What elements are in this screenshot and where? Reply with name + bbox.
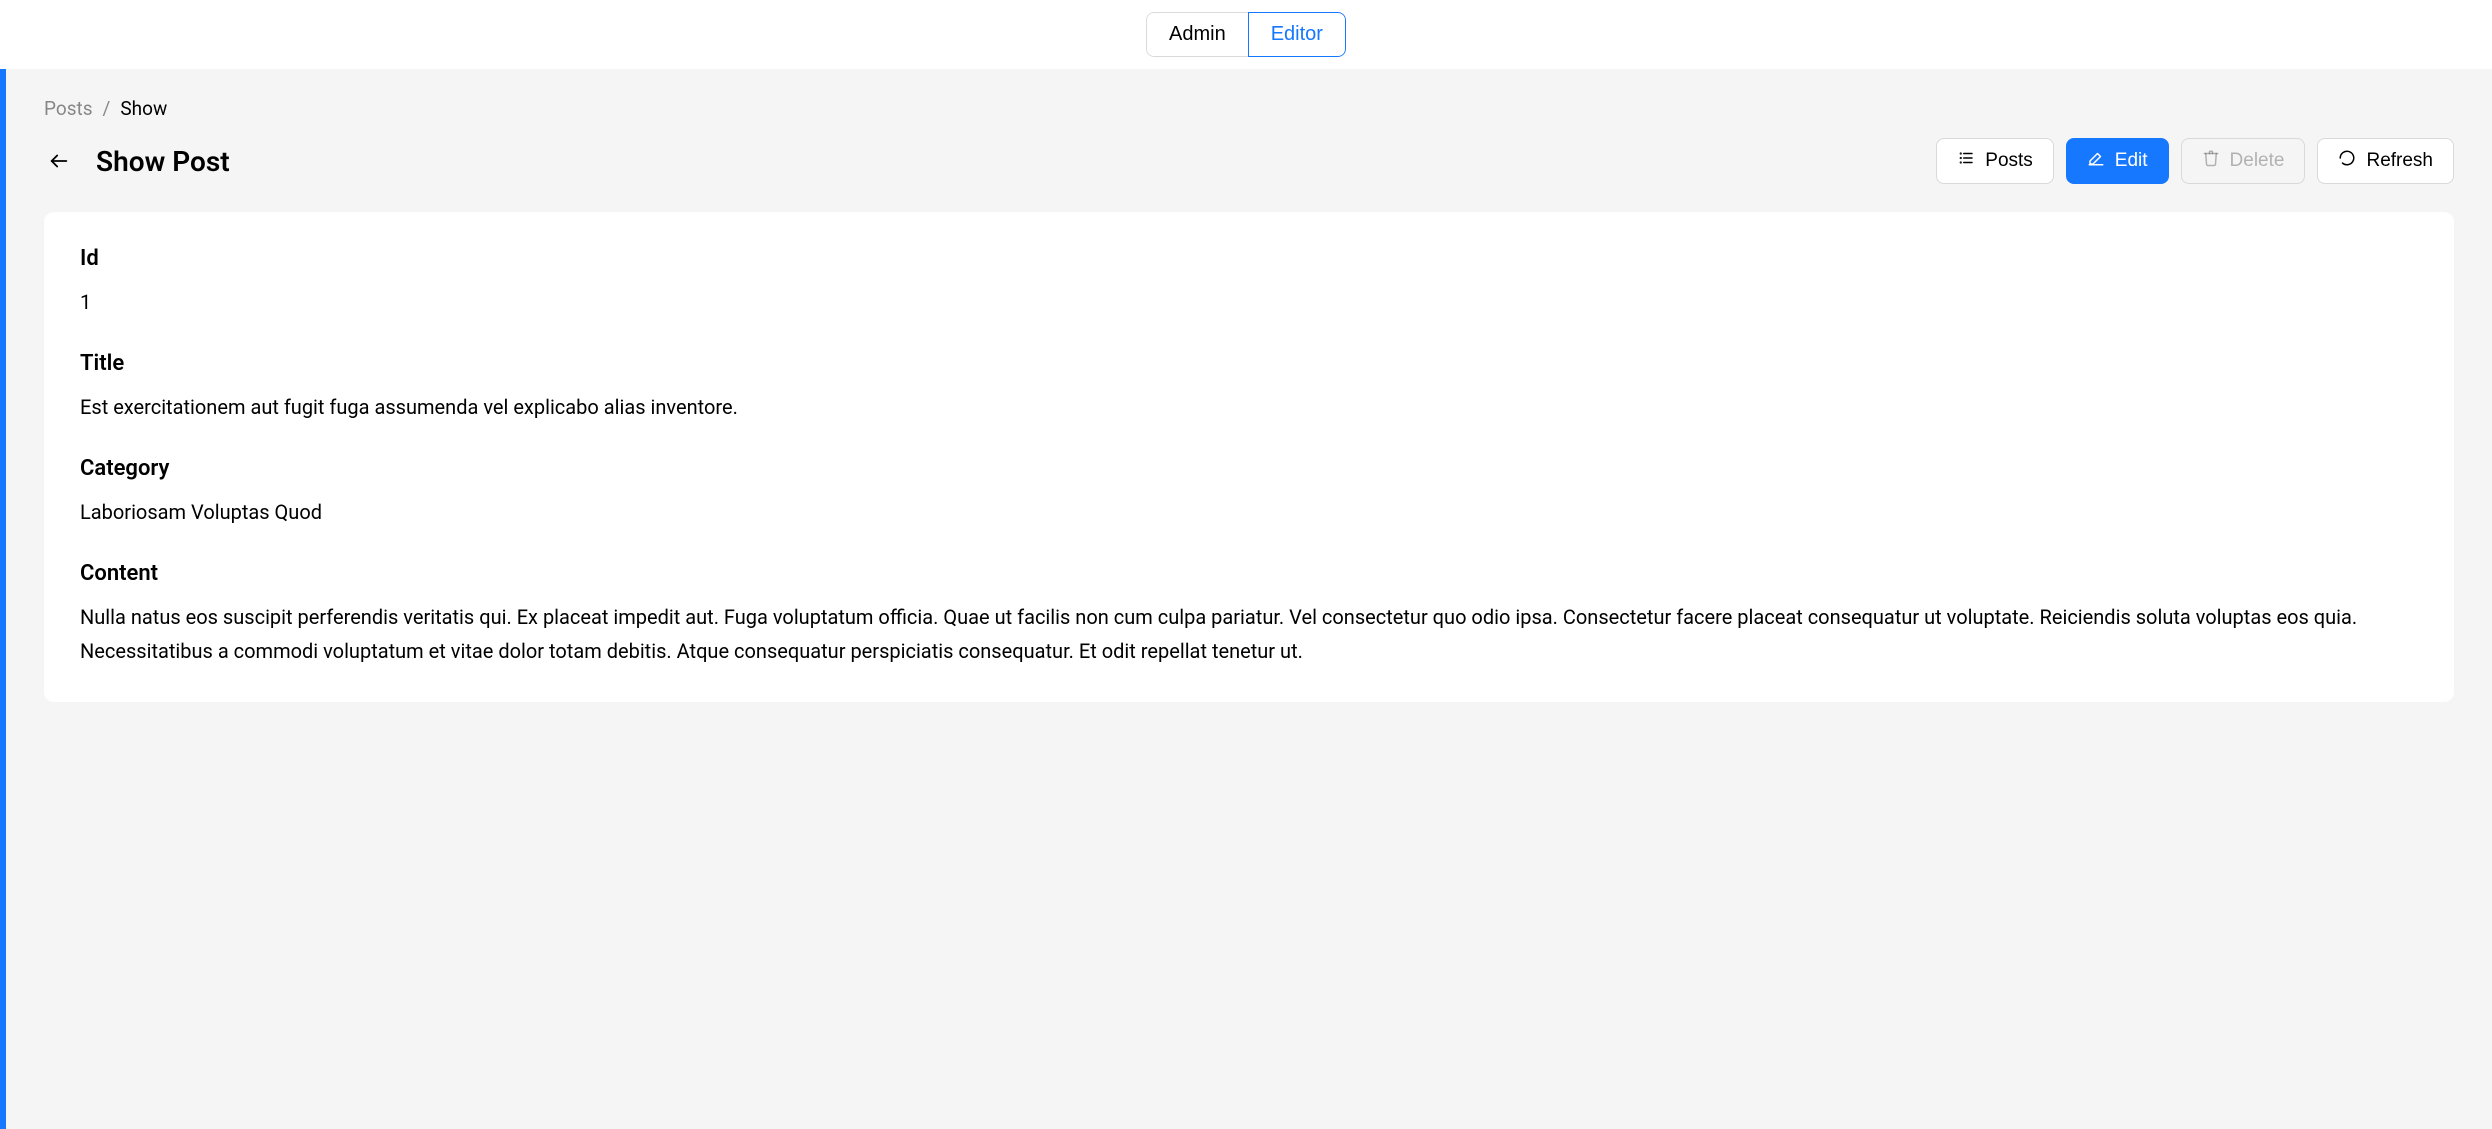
page-header: Show Post Posts — [44, 138, 2454, 184]
delete-icon — [2202, 149, 2220, 173]
posts-button-label: Posts — [1985, 150, 2033, 172]
breadcrumb-separator: / — [103, 97, 111, 120]
delete-button: Delete — [2181, 138, 2306, 184]
action-buttons: Posts Edit — [1936, 138, 2454, 184]
edit-button-label: Edit — [2115, 150, 2148, 172]
edit-icon — [2087, 149, 2105, 173]
field-content-label: Content — [80, 561, 2418, 586]
refresh-icon — [2338, 149, 2356, 173]
edit-button[interactable]: Edit — [2066, 138, 2169, 184]
role-editor[interactable]: Editor — [1248, 12, 1346, 57]
field-title: Title Est exercitationem aut fugit fuga … — [80, 351, 2418, 424]
posts-button[interactable]: Posts — [1936, 138, 2054, 184]
breadcrumb-current: Show — [120, 97, 167, 120]
list-icon — [1957, 149, 1975, 173]
field-title-label: Title — [80, 351, 2418, 376]
field-id-value: 1 — [80, 285, 2418, 319]
field-title-value: Est exercitationem aut fugit fuga assume… — [80, 390, 2418, 424]
field-id: Id 1 — [80, 246, 2418, 319]
delete-button-label: Delete — [2230, 150, 2285, 172]
role-switcher: Admin Editor — [1146, 12, 1346, 57]
top-bar: Admin Editor — [0, 0, 2492, 69]
refresh-button-label: Refresh — [2366, 150, 2433, 172]
content-card: Id 1 Title Est exercitationem aut fugit … — [44, 212, 2454, 702]
breadcrumb-parent[interactable]: Posts — [44, 97, 93, 120]
main-area: Posts / Show Show Post — [0, 69, 2492, 1129]
field-category-value: Laboriosam Voluptas Quod — [80, 495, 2418, 529]
field-content: Content Nulla natus eos suscipit perfere… — [80, 561, 2418, 668]
breadcrumb: Posts / Show — [44, 97, 2454, 120]
field-category-label: Category — [80, 456, 2418, 481]
field-category: Category Laboriosam Voluptas Quod — [80, 456, 2418, 529]
title-group: Show Post — [44, 145, 230, 178]
refresh-button[interactable]: Refresh — [2317, 138, 2454, 184]
page-title: Show Post — [96, 145, 230, 178]
back-arrow-icon[interactable] — [44, 146, 74, 176]
field-content-value: Nulla natus eos suscipit perferendis ver… — [80, 600, 2418, 668]
role-admin[interactable]: Admin — [1146, 12, 1248, 57]
field-id-label: Id — [80, 246, 2418, 271]
